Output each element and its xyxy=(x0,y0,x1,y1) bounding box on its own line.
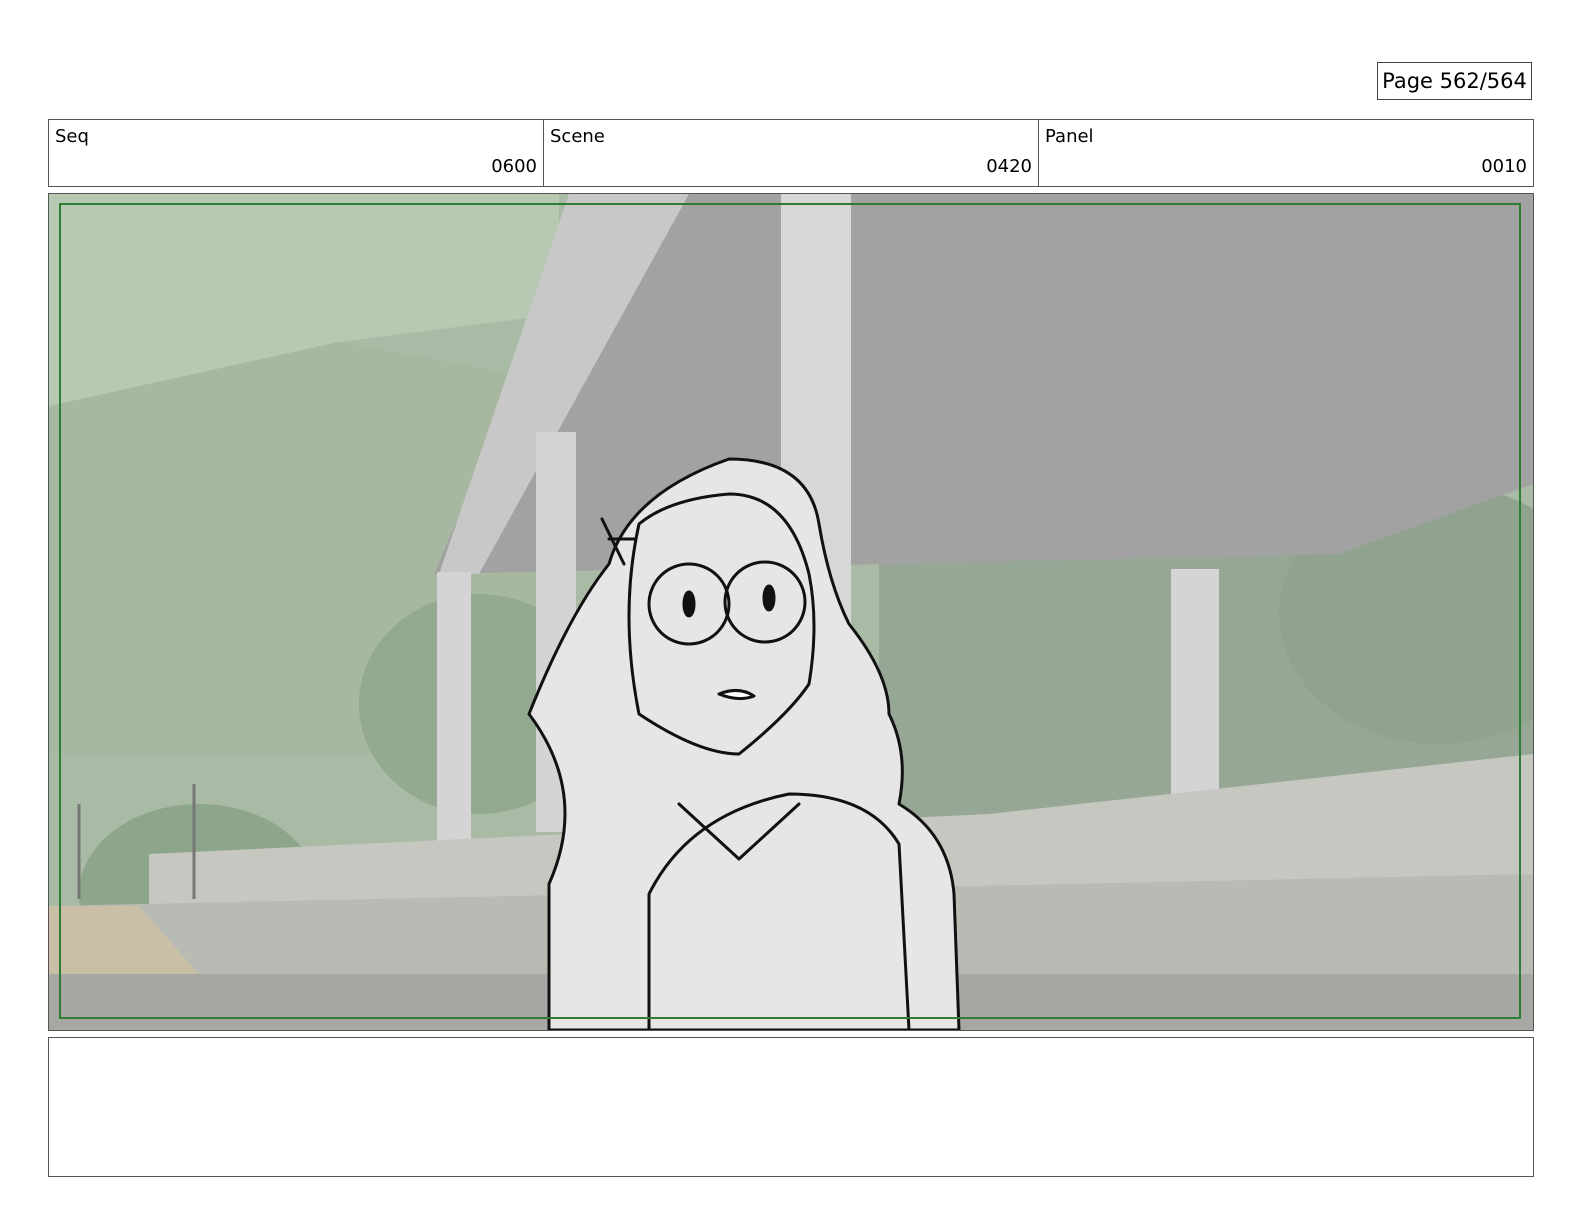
page-counter: Page 562/564 xyxy=(1377,62,1532,100)
panel-value: 0010 xyxy=(1481,156,1527,177)
scene-label: Scene xyxy=(550,126,605,147)
storyboard-frame xyxy=(48,193,1534,1031)
panel-info-header: Seq 0600 Scene 0420 Panel 0010 xyxy=(48,119,1534,187)
seq-label: Seq xyxy=(55,126,89,147)
seq-value: 0600 xyxy=(491,156,537,177)
notes-box[interactable] xyxy=(48,1037,1534,1177)
panel-cell: Panel 0010 xyxy=(1039,120,1533,186)
seq-cell: Seq 0600 xyxy=(49,120,544,186)
panel-label: Panel xyxy=(1045,126,1094,147)
scene-cell: Scene 0420 xyxy=(544,120,1039,186)
safe-frame-guide xyxy=(59,203,1521,1019)
scene-value: 0420 xyxy=(986,156,1032,177)
